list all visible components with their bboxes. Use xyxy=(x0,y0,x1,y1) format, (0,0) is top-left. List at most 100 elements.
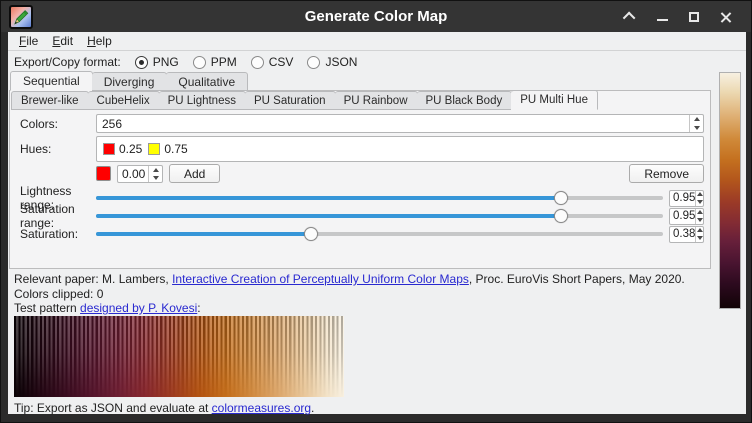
colors-label: Colors: xyxy=(20,117,96,131)
spin-up-icon[interactable] xyxy=(153,168,159,172)
test-pattern-stripes xyxy=(14,316,344,397)
colormeasures-link[interactable]: colormeasures.org xyxy=(212,401,311,415)
pencil-icon xyxy=(12,8,30,26)
radio-png[interactable]: PNG xyxy=(135,55,179,69)
tab-pu-multi-hue[interactable]: PU Multi Hue xyxy=(511,90,598,110)
sequential-panel: Brewer-like CubeHelix PU Lightness PU Sa… xyxy=(9,90,711,269)
slider-fill xyxy=(96,196,561,200)
new-hue-value[interactable]: 0.00 xyxy=(118,167,148,181)
tab-qualitative[interactable]: Qualitative xyxy=(166,72,248,91)
tab-sequential[interactable]: Sequential xyxy=(10,71,93,91)
close-icon xyxy=(720,11,732,23)
minimize-icon xyxy=(657,19,668,21)
footer: Relevant paper: M. Lambers, Interactive … xyxy=(14,272,740,316)
saturation-range-row: Saturation range: 0.95 xyxy=(10,207,710,225)
tab-pu-lightness[interactable]: PU Lightness xyxy=(159,91,246,110)
tab-diverging[interactable]: Diverging xyxy=(92,72,168,91)
hue-swatch-yellow xyxy=(148,143,160,155)
slider-fill xyxy=(96,232,311,236)
colors-spin-buttons[interactable] xyxy=(689,115,703,132)
saturation-range-slider[interactable] xyxy=(96,208,663,224)
hues-label: Hues: xyxy=(20,136,96,156)
keep-above-button[interactable] xyxy=(619,6,641,28)
hues-list[interactable]: 0.25 0.75 xyxy=(96,136,704,162)
menu-file[interactable]: File xyxy=(12,33,45,49)
radio-ppm[interactable]: PPM xyxy=(193,55,237,69)
kovesi-link[interactable]: designed by P. Kovesi xyxy=(80,301,197,315)
saturation-label: Saturation: xyxy=(20,227,96,241)
lightness-range-row: Lightness range: 0.95 xyxy=(10,189,710,207)
tab-brewer-like[interactable]: Brewer-like xyxy=(11,91,89,110)
saturation-row: Saturation: 0.38 xyxy=(10,225,710,243)
export-format-label: Export/Copy format: xyxy=(14,55,121,69)
slider-handle[interactable] xyxy=(554,209,568,223)
tab-pu-black-body[interactable]: PU Black Body xyxy=(417,91,513,110)
new-hue-color-button[interactable] xyxy=(96,166,111,181)
tab-pu-rainbow[interactable]: PU Rainbow xyxy=(335,91,418,110)
app-window: Generate Color Map File Edit Help Export… xyxy=(0,0,752,423)
paper-link[interactable]: Interactive Creation of Perceptually Uni… xyxy=(172,272,469,286)
paper-line: Relevant paper: M. Lambers, Interactive … xyxy=(14,272,740,287)
hues-row: Hues: 0.25 0.75 xyxy=(10,136,710,162)
lightness-range-slider[interactable] xyxy=(96,190,663,206)
maximize-button[interactable] xyxy=(683,6,705,28)
spin-up-icon[interactable] xyxy=(697,228,703,232)
test-pattern-image xyxy=(14,316,344,397)
window-controls xyxy=(619,6,751,28)
saturation-slider[interactable] xyxy=(96,226,663,242)
chevron-up-icon xyxy=(622,12,635,25)
radio-csv-icon[interactable] xyxy=(251,56,264,69)
pu-multi-hue-page: Colors: 256 Hues: 0.25 xyxy=(10,112,710,243)
window-content: File Edit Help Export/Copy format: PNG P… xyxy=(8,32,746,414)
spin-up-icon[interactable] xyxy=(697,192,703,196)
hue-value: 0.75 xyxy=(164,142,187,156)
saturation-spinbox[interactable]: 0.38 xyxy=(669,226,704,243)
slider-handle[interactable] xyxy=(554,191,568,205)
saturation-range-label: Saturation range: xyxy=(20,202,96,230)
slider-handle[interactable] xyxy=(304,227,318,241)
tab-cubehelix[interactable]: CubeHelix xyxy=(88,91,160,110)
main-tabbar: Sequential Diverging Qualitative xyxy=(10,71,247,91)
export-format-row: Export/Copy format: PNG PPM CSV JSON xyxy=(14,53,357,71)
hue-item[interactable]: 0.75 xyxy=(148,142,187,156)
saturation-range-spinbox[interactable]: 0.95 xyxy=(669,208,704,225)
test-pattern-line: Test pattern designed by P. Kovesi: xyxy=(14,301,740,316)
remove-button[interactable]: Remove xyxy=(629,164,704,183)
spin-up-icon[interactable] xyxy=(694,117,700,121)
hue-swatch-red xyxy=(103,143,115,155)
minimize-button[interactable] xyxy=(651,6,673,28)
spin-down-icon[interactable] xyxy=(697,236,703,240)
close-button[interactable] xyxy=(715,6,737,28)
spin-down-icon[interactable] xyxy=(697,200,703,204)
menubar: File Edit Help xyxy=(8,32,746,51)
colors-value[interactable]: 256 xyxy=(97,117,689,131)
spin-up-icon[interactable] xyxy=(697,210,703,214)
radio-png-icon[interactable] xyxy=(135,56,148,69)
colors-spinbox[interactable]: 256 xyxy=(96,114,704,133)
tab-pu-saturation[interactable]: PU Saturation xyxy=(245,91,336,110)
lightness-range-spinbox[interactable]: 0.95 xyxy=(669,190,704,207)
radio-json-icon[interactable] xyxy=(307,56,320,69)
colors-row: Colors: 256 xyxy=(10,114,710,133)
hue-value: 0.25 xyxy=(119,142,142,156)
new-hue-spinbox[interactable]: 0.00 xyxy=(117,165,163,183)
app-icon xyxy=(9,5,33,29)
tip-line: Tip: Export as JSON and evaluate at colo… xyxy=(14,401,314,415)
add-button[interactable]: Add xyxy=(169,164,220,183)
radio-json[interactable]: JSON xyxy=(307,55,357,69)
titlebar: Generate Color Map xyxy=(1,1,751,32)
new-hue-spin-buttons[interactable] xyxy=(148,166,162,182)
radio-ppm-icon[interactable] xyxy=(193,56,206,69)
hue-item[interactable]: 0.25 xyxy=(103,142,142,156)
menu-help[interactable]: Help xyxy=(80,33,119,49)
slider-fill xyxy=(96,214,561,218)
spin-down-icon[interactable] xyxy=(697,218,703,222)
radio-csv[interactable]: CSV xyxy=(251,55,294,69)
add-remove-row: 0.00 Add Remove xyxy=(10,164,710,183)
spin-down-icon[interactable] xyxy=(153,176,159,180)
menu-edit[interactable]: Edit xyxy=(45,33,80,49)
sub-tabbar: Brewer-like CubeHelix PU Lightness PU Sa… xyxy=(11,90,597,110)
colors-clipped-line: Colors clipped: 0 xyxy=(14,287,740,302)
spin-down-icon[interactable] xyxy=(694,126,700,130)
maximize-icon xyxy=(689,12,699,22)
